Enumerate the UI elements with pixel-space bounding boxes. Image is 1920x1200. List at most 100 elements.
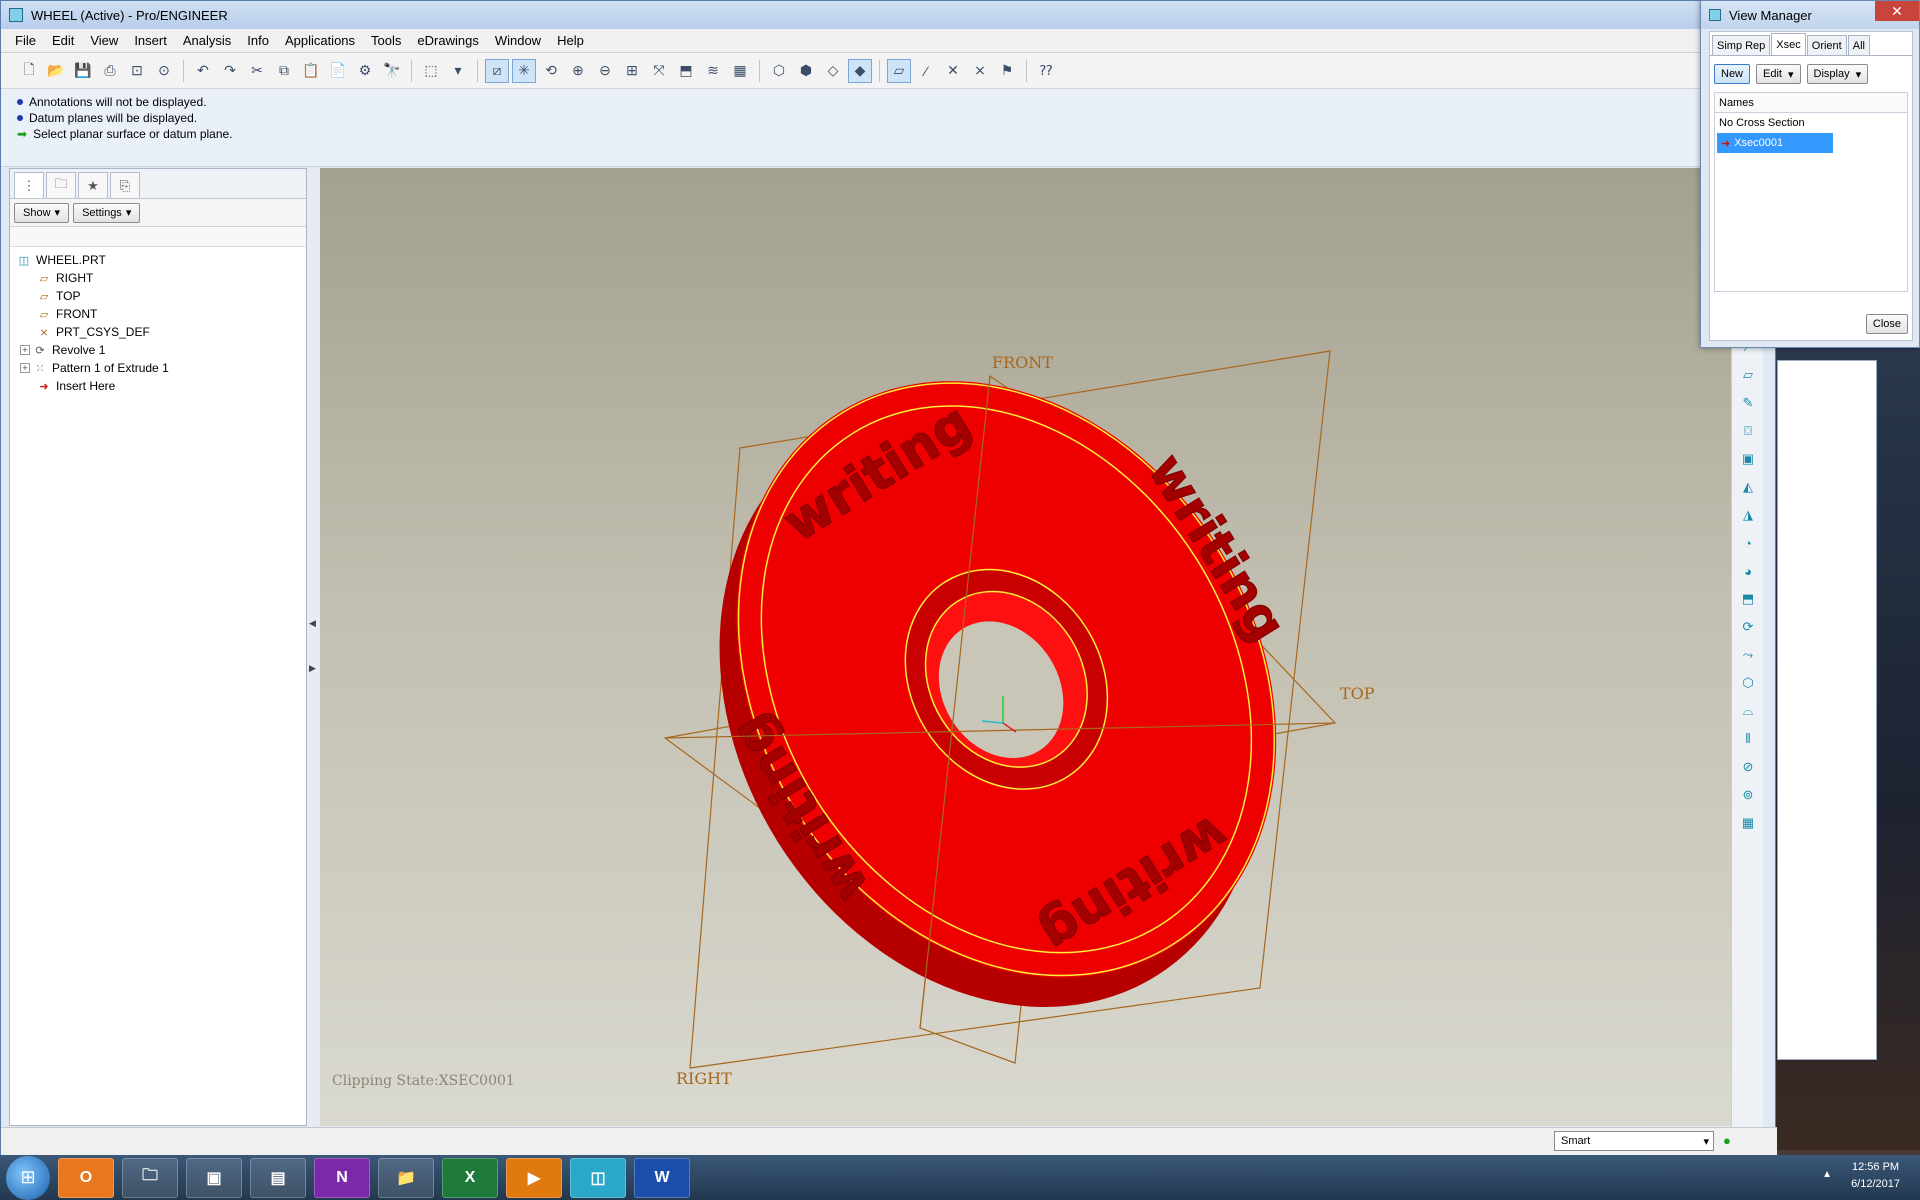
email-icon[interactable]: ⊙ xyxy=(152,59,176,83)
rib-tool-icon[interactable]: ◭ xyxy=(1736,475,1760,499)
pattern-tool-icon[interactable]: ⊚ xyxy=(1736,783,1760,807)
extrude-tool-icon[interactable]: ⬒ xyxy=(1736,587,1760,611)
tab-xsec[interactable]: Xsec xyxy=(1771,33,1806,55)
menu-insert[interactable]: Insert xyxy=(126,33,175,48)
close-icon[interactable]: ✕ xyxy=(1875,1,1919,21)
menu-info[interactable]: Info xyxy=(239,33,277,48)
explorer-taskbar-icon[interactable]: 🗀 xyxy=(122,1157,178,1198)
outlook-taskbar-icon[interactable]: O xyxy=(58,1157,114,1198)
media-taskbar-icon[interactable]: ▶ xyxy=(506,1157,562,1198)
spin-center-icon[interactable]: ✳ xyxy=(512,58,536,83)
paste-special-icon[interactable]: 📄 xyxy=(326,59,350,83)
datum-planes-icon[interactable]: ⏥ xyxy=(887,58,911,83)
datum-label-top[interactable]: TOP xyxy=(1340,684,1375,703)
show-button[interactable]: Show ▾ xyxy=(14,202,70,223)
saved-views-icon[interactable]: ⬒ xyxy=(674,59,698,83)
tray-expand-icon[interactable]: ▲ xyxy=(1822,1169,1832,1180)
menu-help[interactable]: Help xyxy=(549,33,592,48)
collapse-left-icon[interactable]: ◀ xyxy=(309,618,316,629)
context-help-icon[interactable]: ⁇ xyxy=(1034,59,1058,83)
copy-icon[interactable]: ⧉ xyxy=(272,59,296,83)
tab-all[interactable]: All xyxy=(1847,35,1870,55)
chamfer-tool-icon[interactable]: ◕ xyxy=(1736,559,1760,583)
list-item-selected[interactable]: ➜ Xsec0001 xyxy=(1717,133,1833,153)
connections-tab-icon[interactable]: ⎘ xyxy=(110,172,140,198)
shading-icon[interactable]: ◆ xyxy=(848,58,872,83)
tree-item-top[interactable]: ▱ TOP xyxy=(10,287,306,305)
menu-analysis[interactable]: Analysis xyxy=(175,33,239,48)
shell-tool-icon[interactable]: ▣ xyxy=(1736,447,1760,471)
annotations-icon[interactable]: ⚑ xyxy=(995,59,1019,83)
regenerate-icon[interactable]: ⚙ xyxy=(353,59,377,83)
expand-icon[interactable]: + xyxy=(20,363,30,373)
hole-tool-icon[interactable]: ⌼ xyxy=(1736,419,1760,443)
no-hidden-icon[interactable]: ◇ xyxy=(821,59,845,83)
close-button[interactable]: Close xyxy=(1865,314,1908,334)
open-icon[interactable]: 📂 xyxy=(44,59,68,83)
dropdown-arrow-icon[interactable]: ▾ xyxy=(446,59,470,83)
table-icon[interactable]: ▦ xyxy=(1736,811,1760,835)
excel-taskbar-icon[interactable]: X xyxy=(442,1157,498,1198)
datum-points-icon[interactable]: ✕ xyxy=(941,59,965,83)
round-tool-icon[interactable]: ◔ xyxy=(1736,531,1760,555)
list-item[interactable]: No Cross Section xyxy=(1715,113,1907,133)
edit-button[interactable]: Edit ▾ xyxy=(1756,64,1801,84)
proe-taskbar-icon[interactable]: ▣ xyxy=(186,1157,242,1198)
zoom-out-icon[interactable]: ⊖ xyxy=(593,59,617,83)
find-icon[interactable]: 🔭 xyxy=(380,59,404,83)
wireframe-icon[interactable]: ⬡ xyxy=(767,59,791,83)
selection-box-icon[interactable]: ⬚ xyxy=(419,59,443,83)
tree-item-right[interactable]: ▱ RIGHT xyxy=(10,269,306,287)
tree-item-insert-here[interactable]: ➜ Insert Here xyxy=(10,377,306,395)
datum-label-right[interactable]: RIGHT xyxy=(676,1069,732,1088)
tree-item-wheel-prt[interactable]: ◫ WHEEL.PRT xyxy=(10,251,306,269)
refit-icon[interactable]: ⊞ xyxy=(620,59,644,83)
menu-applications[interactable]: Applications xyxy=(277,33,363,48)
sketch-tool-icon[interactable]: ✎ xyxy=(1736,391,1760,415)
print-preview-icon[interactable]: ⊡ xyxy=(125,59,149,83)
tree-item-front[interactable]: ▱ FRONT xyxy=(10,305,306,323)
start-button[interactable]: ⊞ xyxy=(6,1155,50,1200)
wheel-model[interactable]: writing writing writing writing xyxy=(602,265,1418,1109)
new-file-icon[interactable]: 🗋 xyxy=(17,59,41,83)
revolve-tool-icon[interactable]: ⟳ xyxy=(1736,615,1760,639)
coordinate-systems-icon[interactable]: ⨯ xyxy=(968,59,992,83)
app-taskbar-icon[interactable]: ◫ xyxy=(570,1157,626,1198)
folder-browser-tab-icon[interactable]: 🗀 xyxy=(46,172,76,198)
zoom-in-icon[interactable]: ⊕ xyxy=(566,59,590,83)
reorient-icon[interactable]: ⤧ xyxy=(647,59,671,83)
menu-window[interactable]: Window xyxy=(487,33,549,48)
layers-icon[interactable]: ≋ xyxy=(701,59,725,83)
orient-mode-icon[interactable]: ⟲ xyxy=(539,59,563,83)
hidden-line-icon[interactable]: ⬢ xyxy=(794,59,818,83)
word-taskbar-icon[interactable]: W xyxy=(634,1157,690,1198)
tree-filter-bar[interactable] xyxy=(10,227,306,247)
graphics-window[interactable]: writing writing writing writing FRONT TO… xyxy=(320,168,1731,1126)
new-button[interactable]: New xyxy=(1714,64,1751,84)
redo-icon[interactable]: ↷ xyxy=(218,59,242,83)
favorites-tab-icon[interactable]: ★ xyxy=(78,172,108,198)
style-tool-icon[interactable]: ⌓ xyxy=(1736,699,1760,723)
datum-axes-icon[interactable]: ⁄ xyxy=(914,59,938,83)
tree-item-pattern[interactable]: + ⁙ Pattern 1 of Extrude 1 xyxy=(10,359,306,377)
undo-icon[interactable]: ↶ xyxy=(191,59,215,83)
model-tree-tab-icon[interactable]: ⋮ xyxy=(14,172,44,198)
paste-icon[interactable]: 📋 xyxy=(299,59,323,83)
sweep-tool-icon[interactable]: ⤳ xyxy=(1736,643,1760,667)
menu-file[interactable]: File xyxy=(7,33,44,48)
display-taskbar-icon[interactable]: ▤ xyxy=(250,1157,306,1198)
title-bar[interactable]: WHEEL (Active) - Pro/ENGINEER xyxy=(1,1,1775,29)
expand-right-icon[interactable]: ▶ xyxy=(309,663,316,674)
clock[interactable]: 12:56 PM 6/12/2017 xyxy=(1851,1159,1900,1193)
save-icon[interactable]: 💾 xyxy=(71,59,95,83)
tab-orient[interactable]: Orient xyxy=(1806,35,1847,55)
merge-tool-icon[interactable]: ⊘ xyxy=(1736,755,1760,779)
menu-tools[interactable]: Tools xyxy=(363,33,409,48)
tab-simp-rep[interactable]: Simp Rep xyxy=(1712,35,1771,55)
repaint-icon[interactable]: ⧄ xyxy=(485,58,509,83)
view-manager-icon[interactable]: ▦ xyxy=(728,59,752,83)
menu-view[interactable]: View xyxy=(82,33,126,48)
folder-taskbar-icon[interactable]: 📁 xyxy=(378,1157,434,1198)
selection-filter-select[interactable]: Smart ▾ xyxy=(1554,1131,1714,1151)
menu-edit[interactable]: Edit xyxy=(44,33,82,48)
